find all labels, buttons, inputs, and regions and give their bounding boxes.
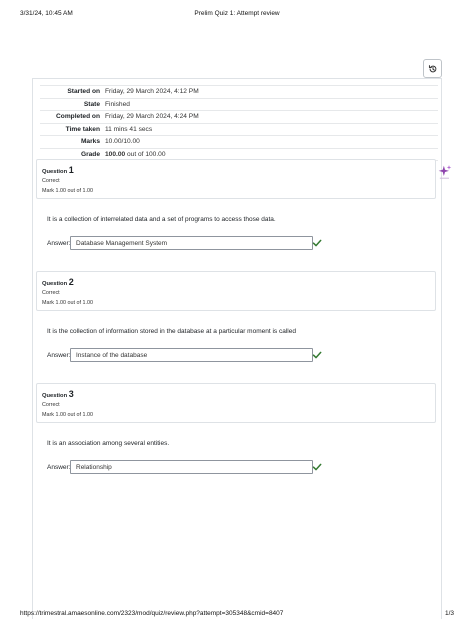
question-state: Correct (42, 290, 60, 296)
print-title: Prelim Quiz 1: Attempt review (194, 10, 280, 17)
summary-row-time: Time taken 11 mins 41 secs (40, 122, 438, 136)
answer-field[interactable]: Instance of the database (70, 348, 313, 362)
check-icon (312, 351, 322, 359)
summary-label: Marks (80, 138, 100, 145)
summary-value: Finished (105, 100, 130, 108)
question-info: Question 3 Correct Mark 1.00 out of 1.00 (36, 383, 436, 423)
summary-value: Friday, 29 March 2024, 4:24 PM (105, 113, 199, 120)
question-number: Question 1 (42, 165, 74, 175)
check-icon (312, 463, 322, 471)
summary-row-state: State Finished (40, 97, 438, 111)
attempt-summary: Started on Friday, 29 March 2024, 4:12 P… (40, 85, 438, 161)
question-grade: Mark 1.00 out of 1.00 (42, 412, 93, 418)
summary-label: State (83, 100, 100, 108)
question-text: It is a collection of interrelated data … (47, 216, 276, 223)
question-number: Question 2 (42, 277, 74, 287)
summary-row-started: Started on Friday, 29 March 2024, 4:12 P… (40, 85, 438, 98)
summary-label: Time taken (65, 125, 100, 133)
print-footer: https://trimestral.amaesonline.com/2323/… (20, 610, 454, 622)
answer-field[interactable]: Relationship (70, 460, 313, 474)
summary-row-marks: Marks 10.00/10.00 (40, 135, 438, 148)
summary-value: 11 mins 41 secs (105, 125, 153, 133)
question-state: Correct (42, 178, 60, 184)
grade-value: 100.00 (105, 150, 126, 158)
question-number: Question 3 (42, 389, 74, 399)
sparkle-icon[interactable] (438, 164, 452, 180)
print-url: https://trimestral.amaesonline.com/2323/… (20, 610, 284, 617)
question-grade: Mark 1.00 out of 1.00 (42, 188, 93, 194)
summary-label: Started on (67, 88, 100, 95)
answer-field[interactable]: Database Management System (70, 236, 313, 250)
summary-label: Completed on (56, 113, 100, 120)
answer-label: Answer: (47, 464, 71, 471)
print-header: 3/31/24, 10:45 AM Prelim Quiz 1: Attempt… (20, 10, 454, 22)
summary-value: Friday, 29 March 2024, 4:12 PM (105, 88, 199, 95)
question-text: It is an association among several entit… (47, 440, 170, 447)
summary-row-completed: Completed on Friday, 29 March 2024, 4:24… (40, 110, 438, 123)
print-page-number: 1/3 (444, 610, 454, 617)
history-icon (428, 64, 436, 72)
question-info: Question 2 Correct Mark 1.00 out of 1.00 (36, 271, 436, 311)
grade-suffix: out of 100.00 (125, 150, 166, 158)
check-icon (312, 239, 322, 247)
question-grade: Mark 1.00 out of 1.00 (42, 300, 93, 306)
summary-value: 10.00/10.00 (105, 138, 140, 145)
answer-label: Answer: (47, 240, 71, 247)
answer-label: Answer: (47, 352, 71, 359)
question-text: It is the collection of information stor… (47, 328, 296, 335)
question-state: Correct (42, 402, 60, 408)
question-info: Question 1 Correct Mark 1.00 out of 1.00 (36, 159, 436, 199)
history-button[interactable] (423, 59, 442, 78)
